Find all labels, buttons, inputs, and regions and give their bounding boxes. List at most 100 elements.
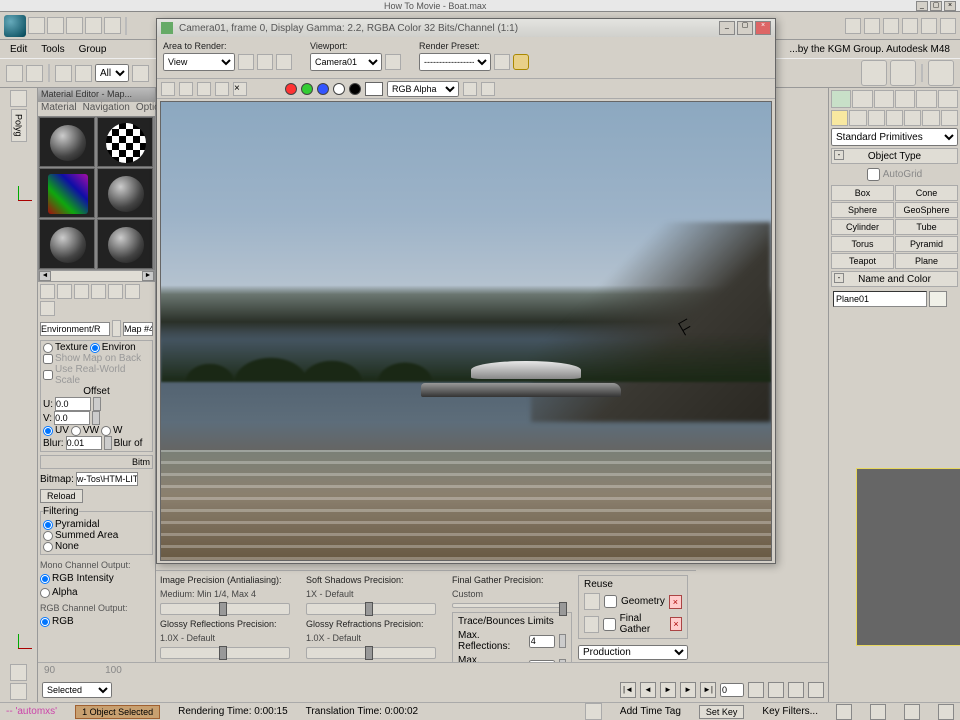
shapes-sub-icon[interactable] <box>849 110 866 126</box>
mat-slot-6[interactable] <box>97 219 153 269</box>
minus-icon[interactable]: - <box>834 273 844 283</box>
teapot-render-icon[interactable] <box>513 54 529 70</box>
clone-img-icon[interactable] <box>197 82 211 96</box>
red-channel-icon[interactable] <box>285 83 297 95</box>
redo-icon[interactable] <box>104 17 121 34</box>
quick-render-icon[interactable] <box>928 60 954 86</box>
summed-radio[interactable] <box>43 531 53 541</box>
fg-slider[interactable] <box>452 603 567 608</box>
preset-dropdown[interactable]: ------------------- <box>419 53 491 71</box>
maxrefl-input[interactable] <box>529 635 555 648</box>
mat-t1-icon[interactable] <box>40 284 55 299</box>
utilities-tab-icon[interactable] <box>938 90 958 108</box>
keyfilters-link[interactable]: Key Filters... <box>762 706 818 717</box>
tex-radio[interactable] <box>43 343 53 353</box>
scroll-left-icon[interactable]: ◄ <box>39 271 51 281</box>
pick-icon[interactable] <box>112 320 121 337</box>
play-icon[interactable]: ► <box>660 682 676 698</box>
teapot-button[interactable]: Teapot <box>831 253 894 269</box>
rgb-radio[interactable] <box>40 617 50 627</box>
setkey-button[interactable]: Set Key <box>699 705 745 719</box>
scroll-right-icon[interactable]: ► <box>142 271 154 281</box>
area-t3-icon[interactable] <box>276 54 292 70</box>
open-icon[interactable] <box>47 17 64 34</box>
uv-radio[interactable] <box>43 426 53 436</box>
autogrid-check[interactable] <box>867 168 880 181</box>
mat-scroll-h[interactable]: ◄► <box>38 270 155 282</box>
del-img-icon[interactable]: × <box>233 82 247 96</box>
motion-tab-icon[interactable] <box>895 90 915 108</box>
systems-sub-icon[interactable] <box>941 110 958 126</box>
geosphere-button[interactable]: GeoSphere <box>895 202 958 218</box>
ch-t2-icon[interactable] <box>481 82 495 96</box>
vpnav4-icon[interactable] <box>938 704 954 720</box>
fg-del-icon[interactable]: × <box>670 617 682 631</box>
link2-icon[interactable] <box>55 65 72 82</box>
link-icon[interactable] <box>845 18 861 34</box>
tag-icon[interactable] <box>585 703 602 720</box>
green-channel-icon[interactable] <box>301 83 313 95</box>
plane-button[interactable]: Plane <box>895 253 958 269</box>
vw-radio[interactable] <box>71 426 81 436</box>
lock-icon[interactable] <box>385 54 401 70</box>
mat-slot-3[interactable] <box>39 168 95 218</box>
create-tab-icon[interactable] <box>831 90 851 108</box>
vpnav1-icon[interactable] <box>836 704 852 720</box>
v-spinner[interactable] <box>92 411 100 425</box>
modify-tab-icon[interactable] <box>852 90 872 108</box>
nav1-icon[interactable] <box>748 682 764 698</box>
left-t1-icon[interactable] <box>10 90 27 107</box>
keymode-dropdown[interactable]: Selected <box>42 682 112 698</box>
u-input[interactable] <box>55 397 91 411</box>
gr-slider[interactable] <box>160 647 290 659</box>
select-icon[interactable] <box>132 65 149 82</box>
objtype-rollout[interactable]: -Object Type <box>831 148 958 164</box>
showmap-check[interactable] <box>43 354 53 364</box>
pyramidal-radio[interactable] <box>43 520 53 530</box>
mat-t4-icon[interactable] <box>91 284 106 299</box>
mat-slot-5[interactable] <box>39 219 95 269</box>
rgbint-radio[interactable] <box>40 574 50 584</box>
pyramid-button[interactable]: Pyramid <box>895 236 958 252</box>
magnet-icon[interactable] <box>864 18 880 34</box>
lights-sub-icon[interactable] <box>868 110 885 126</box>
tab-polygon[interactable]: Polyg <box>11 109 27 142</box>
save-icon[interactable] <box>66 17 83 34</box>
mat-t5-icon[interactable] <box>108 284 123 299</box>
goto-end-icon[interactable]: ►| <box>700 682 716 698</box>
fg-lock-icon[interactable] <box>584 616 599 633</box>
prod-dropdown[interactable]: Production <box>578 645 688 660</box>
ss-slider[interactable] <box>306 603 436 615</box>
nav2-icon[interactable] <box>768 682 784 698</box>
blur-input[interactable] <box>66 436 102 450</box>
save-img-icon[interactable] <box>161 82 175 96</box>
time-ruler[interactable]: 90 100 <box>38 663 828 677</box>
minus-icon[interactable]: - <box>834 150 844 160</box>
viewport-dropdown[interactable]: Camera01 <box>310 53 382 71</box>
copy-img-icon[interactable] <box>179 82 193 96</box>
next-frame-icon[interactable]: ► <box>680 682 696 698</box>
bg-swatch[interactable] <box>365 82 383 96</box>
namecolor-rollout[interactable]: -Name and Color <box>831 271 958 287</box>
area-t2-icon[interactable] <box>257 54 273 70</box>
blur-spinner[interactable] <box>104 436 112 450</box>
alpha-channel-icon[interactable] <box>333 83 345 95</box>
menu-group[interactable]: Group <box>79 44 107 55</box>
geom-del-icon[interactable]: × <box>669 595 682 609</box>
area-t1-icon[interactable] <box>238 54 254 70</box>
redo2-icon[interactable] <box>26 65 43 82</box>
cylinder-button[interactable]: Cylinder <box>831 219 894 235</box>
none-radio[interactable] <box>43 542 53 552</box>
u-spinner[interactable] <box>93 397 101 411</box>
print-img-icon[interactable] <box>215 82 229 96</box>
realscale-check[interactable] <box>43 370 53 380</box>
win-min-icon[interactable]: _ <box>916 1 928 11</box>
render-close-icon[interactable]: × <box>755 21 771 35</box>
area-dropdown[interactable]: View <box>163 53 235 71</box>
star-icon[interactable] <box>902 18 918 34</box>
nav4-icon[interactable] <box>808 682 824 698</box>
map-name[interactable] <box>123 322 153 336</box>
mat-t3-icon[interactable] <box>74 284 89 299</box>
bitmap-rollout-hdr[interactable]: Bitm <box>40 455 153 469</box>
angle-icon[interactable] <box>883 18 899 34</box>
